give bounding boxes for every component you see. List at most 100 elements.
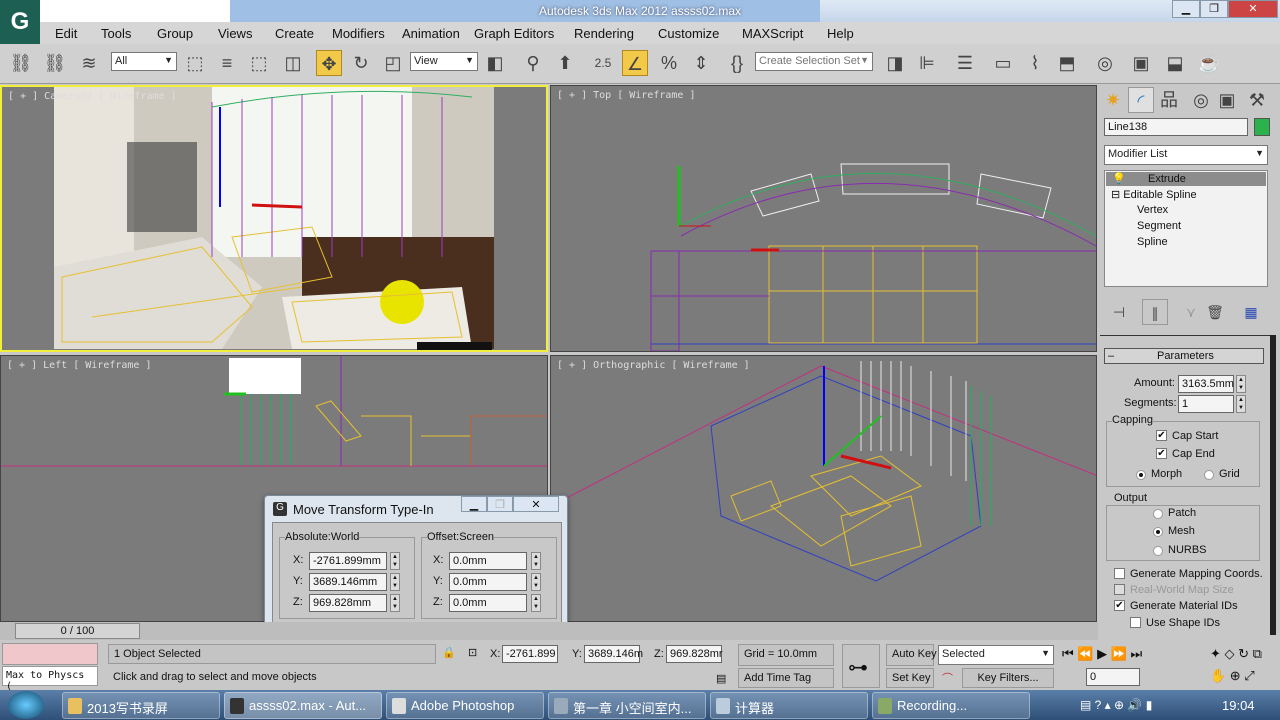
segments-spinner[interactable]: ▲ ▼: [1236, 395, 1246, 413]
time-slider-track[interactable]: 0 / 100: [0, 622, 1098, 640]
unlink-icon[interactable]: ⛓: [42, 50, 68, 76]
menu-help[interactable]: Help: [827, 26, 854, 41]
taskbar-item-recording[interactable]: Recording...: [872, 692, 1030, 719]
absolute-z-input[interactable]: 969.828mm: [309, 594, 387, 612]
close-button[interactable]: ✕: [513, 496, 559, 512]
lock-selection-icon[interactable]: 🔒: [442, 646, 456, 659]
current-frame-input[interactable]: 0: [1086, 668, 1140, 686]
pivot-center-icon[interactable]: ◧: [482, 50, 508, 76]
segments-input[interactable]: 1: [1178, 395, 1234, 413]
menu-edit[interactable]: Edit: [55, 26, 77, 41]
start-button[interactable]: [8, 691, 44, 719]
pin-stack-icon[interactable]: ⊣: [1106, 299, 1132, 325]
viewport-label[interactable]: [ + ] Top [ Wireframe ]: [557, 90, 695, 101]
offset-z-input[interactable]: 0.0mm: [449, 594, 527, 612]
select-object-icon[interactable]: ⬚: [182, 50, 208, 76]
menu-create[interactable]: Create: [275, 26, 314, 41]
generate-material-ids-checkbox[interactable]: ✔: [1114, 600, 1125, 611]
rendered-frame-window-icon[interactable]: ⬓: [1162, 50, 1188, 76]
amount-input[interactable]: 3163.5mm: [1178, 375, 1234, 393]
absolute-y-input[interactable]: 3689.146mm: [309, 573, 387, 591]
named-selection-sets-dropdown[interactable]: Create Selection Set: [755, 52, 873, 71]
absolute-y-spinner[interactable]: ▲ ▼: [390, 573, 400, 591]
layer-manager-icon[interactable]: ☰: [952, 50, 978, 76]
menu-views[interactable]: Views: [218, 26, 252, 41]
maximize-button[interactable]: ❐: [1200, 0, 1228, 18]
remove-modifier-icon[interactable]: 🗑: [1202, 299, 1228, 325]
generate-mapping-checkbox[interactable]: [1114, 568, 1125, 579]
grid-radio[interactable]: [1204, 470, 1214, 480]
percent-snap-icon[interactable]: %: [656, 50, 682, 76]
maxscript-mini-listener[interactable]: Max to Physcs (: [2, 666, 98, 692]
absolute-x-spinner[interactable]: ▲ ▼: [390, 552, 400, 570]
viewport-top[interactable]: [ + ] Top [ Wireframe ]: [550, 85, 1097, 352]
render-setup-icon[interactable]: ▣: [1128, 50, 1154, 76]
select-by-name-icon[interactable]: ≡: [214, 50, 240, 76]
offset-y-spinner[interactable]: ▲ ▼: [531, 573, 541, 591]
configure-modifier-sets-icon[interactable]: ▦: [1238, 299, 1264, 325]
panel-scrollbar[interactable]: [1270, 335, 1276, 635]
system-tray-icons[interactable]: ▤ ? ▴ ⊕ 🔊 ▮: [1080, 698, 1152, 712]
cap-start-checkbox[interactable]: ✔: [1156, 430, 1167, 441]
viewport-navigation-icons[interactable]: ✦ ◇ ↻ ⧉: [1210, 646, 1262, 662]
cap-end-checkbox[interactable]: ✔: [1156, 448, 1167, 459]
select-and-move-icon[interactable]: ✥: [316, 50, 342, 76]
object-name-input[interactable]: Line138: [1104, 118, 1248, 136]
modifier-list-dropdown[interactable]: Modifier List: [1104, 145, 1268, 165]
select-and-rotate-icon[interactable]: ↻: [348, 50, 374, 76]
pan-orbit-icons[interactable]: ✋ ⊕ ⤢: [1210, 668, 1255, 684]
real-world-map-size-checkbox[interactable]: [1114, 584, 1125, 595]
menu-animation[interactable]: Animation: [402, 26, 460, 41]
offset-x-spinner[interactable]: ▲ ▼: [531, 552, 541, 570]
menu-graph-editors[interactable]: Graph Editors: [474, 26, 554, 41]
edit-named-selection-icon[interactable]: {}: [724, 50, 750, 76]
key-filters-button[interactable]: Key Filters...: [962, 668, 1054, 688]
stack-item-editable-spline[interactable]: ⊟ Editable Spline: [1111, 188, 1197, 201]
use-shape-ids-checkbox[interactable]: [1130, 617, 1141, 628]
nurbs-radio[interactable]: [1153, 546, 1163, 556]
create-tab-icon[interactable]: ✷: [1100, 87, 1126, 113]
offset-z-spinner[interactable]: ▲ ▼: [531, 594, 541, 612]
amount-spinner[interactable]: ▲ ▼: [1236, 375, 1246, 393]
time-tag-icon[interactable]: ▤: [716, 672, 726, 685]
patch-radio[interactable]: [1153, 509, 1163, 519]
window-crossing-icon[interactable]: ◫: [280, 50, 306, 76]
viewport-label[interactable]: [ + ] Left [ Wireframe ]: [7, 360, 152, 371]
offset-x-input[interactable]: 0.0mm: [449, 552, 527, 570]
render-production-icon[interactable]: ☕: [1196, 50, 1222, 76]
status-y-input[interactable]: 3689.146m: [584, 645, 643, 663]
key-mode-dropdown[interactable]: Selected: [938, 645, 1054, 665]
add-time-tag-button[interactable]: Add Time Tag: [738, 668, 834, 688]
parameters-rollout-header[interactable]: – Parameters: [1104, 348, 1264, 364]
show-end-result-icon[interactable]: ∥: [1142, 299, 1168, 325]
taskbar-item-document[interactable]: 第一章 小空间室内...: [548, 692, 706, 719]
stack-item-segment[interactable]: Segment: [1137, 220, 1181, 232]
status-x-input[interactable]: -2761.899: [502, 645, 558, 663]
auto-key-button[interactable]: Auto Key: [886, 644, 937, 666]
set-key-button[interactable]: Set Key: [886, 668, 934, 688]
menu-maxscript[interactable]: MAXScript: [742, 26, 803, 41]
mirror-icon[interactable]: ◨: [882, 50, 908, 76]
hierarchy-tab-icon[interactable]: 品: [1156, 87, 1182, 113]
snaps-toggle-icon[interactable]: 2.5: [590, 50, 616, 76]
absolute-mode-icon[interactable]: ⊡: [468, 646, 477, 659]
align-icon[interactable]: ⊫: [914, 50, 940, 76]
curve-editor-icon[interactable]: ⌇: [1022, 50, 1048, 76]
time-slider[interactable]: 0 / 100: [15, 623, 140, 639]
viewport-orthographic[interactable]: [ + ] Orthographic [ Wireframe ]: [550, 355, 1097, 622]
stack-item-spline[interactable]: Spline: [1137, 236, 1168, 248]
menu-modifiers[interactable]: Modifiers: [332, 26, 385, 41]
selection-filter-dropdown[interactable]: All: [111, 52, 177, 71]
status-z-input[interactable]: 969.828mr: [666, 645, 723, 663]
minimize-button[interactable]: ▁: [1172, 0, 1200, 18]
app-menu-button[interactable]: G: [0, 0, 40, 44]
menu-rendering[interactable]: Rendering: [574, 26, 634, 41]
lightbulb-icon[interactable]: 💡: [1112, 172, 1126, 185]
absolute-z-spinner[interactable]: ▲ ▼: [390, 594, 400, 612]
morph-radio[interactable]: [1136, 470, 1146, 480]
bind-space-warp-icon[interactable]: ≋: [76, 50, 102, 76]
taskbar-item-photoshop[interactable]: Adobe Photoshop: [386, 692, 544, 719]
viewport-camera[interactable]: [ + ] Camera02 [ Wireframe ]: [0, 85, 548, 352]
viewport-label[interactable]: [ + ] Camera02 [ Wireframe ]: [8, 91, 177, 102]
link-icon[interactable]: ⛓: [8, 50, 34, 76]
